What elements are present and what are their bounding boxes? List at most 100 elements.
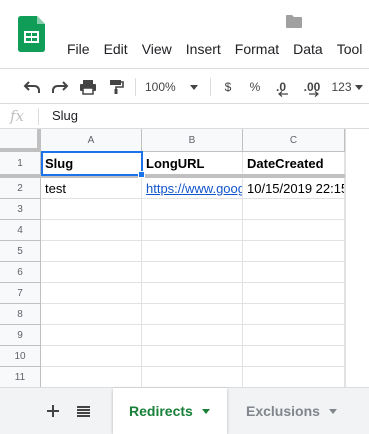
row-header[interactable]: 9 xyxy=(0,325,41,346)
menu-edit[interactable]: Edit xyxy=(97,40,135,58)
empty-cell[interactable] xyxy=(142,367,243,387)
more-formats-button[interactable]: 123 xyxy=(330,77,364,97)
row-header[interactable]: 8 xyxy=(0,304,41,325)
spreadsheet-grid: A B C 1 2 3 4 5 6 7 8 9 10 11 Slug LongU… xyxy=(0,129,345,387)
empty-cell[interactable] xyxy=(41,220,142,241)
url-link[interactable]: https://www.goog xyxy=(146,181,242,196)
empty-cell[interactable] xyxy=(142,220,243,241)
empty-cell[interactable] xyxy=(142,346,243,367)
percent-label: % xyxy=(249,80,261,94)
zoom-value: 100% xyxy=(145,80,176,94)
menu-file[interactable]: File xyxy=(60,40,97,58)
folder-icon[interactable] xyxy=(285,14,303,29)
redo-icon xyxy=(52,81,69,93)
row-header[interactable]: 3 xyxy=(0,199,41,220)
empty-cell[interactable] xyxy=(142,283,243,304)
empty-cell[interactable] xyxy=(41,325,142,346)
chevron-down-icon xyxy=(354,84,363,90)
column-header-c[interactable]: C xyxy=(243,129,345,152)
sheet-tab-redirects[interactable]: Redirects xyxy=(113,388,227,434)
chevron-down-icon xyxy=(189,84,198,90)
empty-cell[interactable] xyxy=(243,262,345,283)
formula-divider xyxy=(38,108,39,125)
currency-format-button[interactable]: $ xyxy=(220,77,236,97)
empty-cell[interactable] xyxy=(243,241,345,262)
empty-cell[interactable] xyxy=(142,325,243,346)
menu-bar: File Edit View Insert Format Data Tool xyxy=(60,40,369,58)
print-button[interactable] xyxy=(78,77,98,97)
empty-cell[interactable] xyxy=(243,325,345,346)
empty-cell[interactable] xyxy=(41,262,142,283)
undo-button[interactable] xyxy=(22,77,42,97)
empty-cell[interactable] xyxy=(142,241,243,262)
cell-b2[interactable]: https://www.goog xyxy=(142,178,243,199)
row-header[interactable]: 11 xyxy=(0,367,41,387)
row-header[interactable]: 5 xyxy=(0,241,41,262)
empty-cell[interactable] xyxy=(243,346,345,367)
sheet-tab-bar: Redirects Exclusions xyxy=(0,387,369,434)
all-sheets-button[interactable] xyxy=(72,400,94,422)
zoom-select[interactable]: 100% xyxy=(145,77,203,97)
paint-format-button[interactable] xyxy=(106,77,126,97)
toolbar-divider xyxy=(210,78,211,96)
empty-cell[interactable] xyxy=(41,283,142,304)
row-header[interactable]: 2 xyxy=(0,178,41,199)
selected-cell-border xyxy=(41,151,143,176)
paint-format-icon xyxy=(110,80,124,94)
arrow-right-icon xyxy=(309,91,319,97)
fill-handle[interactable] xyxy=(138,171,145,178)
cell-b1[interactable]: LongURL xyxy=(142,152,243,175)
empty-cell[interactable] xyxy=(41,304,142,325)
row-header[interactable]: 4 xyxy=(0,220,41,241)
menu-view[interactable]: View xyxy=(135,40,179,58)
list-icon xyxy=(76,405,90,417)
add-sheet-button[interactable] xyxy=(42,400,64,422)
empty-cell[interactable] xyxy=(142,199,243,220)
row-header[interactable]: 7 xyxy=(0,283,41,304)
cell-c1[interactable]: DateCreated xyxy=(243,152,345,175)
row-header[interactable]: 10 xyxy=(0,346,41,367)
empty-cell[interactable] xyxy=(142,262,243,283)
column-header-b[interactable]: B xyxy=(142,129,243,152)
menu-data[interactable]: Data xyxy=(286,40,330,58)
chevron-down-icon xyxy=(328,408,337,414)
percent-format-button[interactable]: % xyxy=(246,77,264,97)
menu-tools[interactable]: Tool xyxy=(330,40,369,58)
row-header[interactable]: 6 xyxy=(0,262,41,283)
redo-button[interactable] xyxy=(50,77,70,97)
increase-decimal-button[interactable]: .00 xyxy=(299,77,325,97)
select-all-corner[interactable] xyxy=(0,129,41,152)
empty-cell[interactable] xyxy=(41,346,142,367)
cell-a2[interactable]: test xyxy=(41,178,142,199)
menu-insert[interactable]: Insert xyxy=(179,40,228,58)
more-formats-label: 123 xyxy=(331,80,352,94)
empty-cell[interactable] xyxy=(142,304,243,325)
arrow-left-icon xyxy=(278,91,288,97)
sheet-tab-exclusions[interactable]: Exclusions xyxy=(230,388,346,434)
empty-cell[interactable] xyxy=(41,199,142,220)
chevron-down-icon xyxy=(201,408,210,414)
column-header-a[interactable]: A xyxy=(41,129,142,152)
toolbar-divider xyxy=(135,78,136,96)
empty-cell[interactable] xyxy=(243,220,345,241)
vertical-scroll-area[interactable] xyxy=(345,129,369,387)
empty-cell[interactable] xyxy=(243,304,345,325)
empty-cell[interactable] xyxy=(243,367,345,387)
fx-icon: fx xyxy=(10,107,25,125)
empty-cell[interactable] xyxy=(41,367,142,387)
toolbar: 100% $ % .0 .00 123 xyxy=(0,68,369,104)
sheets-logo-icon[interactable] xyxy=(18,16,45,52)
empty-cell[interactable] xyxy=(243,283,345,304)
empty-cell[interactable] xyxy=(243,199,345,220)
decrease-decimal-button[interactable]: .0 xyxy=(270,77,292,97)
undo-icon xyxy=(23,81,40,93)
app-header: File Edit View Insert Format Data Tool xyxy=(0,0,369,68)
print-icon xyxy=(80,80,96,95)
sheet-tab-label: Exclusions xyxy=(246,403,320,419)
cell-c2[interactable]: 10/15/2019 22:15 xyxy=(243,178,345,199)
menu-format[interactable]: Format xyxy=(228,40,286,58)
formula-bar: fx Slug xyxy=(0,104,369,129)
row-header[interactable]: 1 xyxy=(0,152,41,175)
empty-cell[interactable] xyxy=(41,241,142,262)
formula-input[interactable]: Slug xyxy=(52,108,78,123)
